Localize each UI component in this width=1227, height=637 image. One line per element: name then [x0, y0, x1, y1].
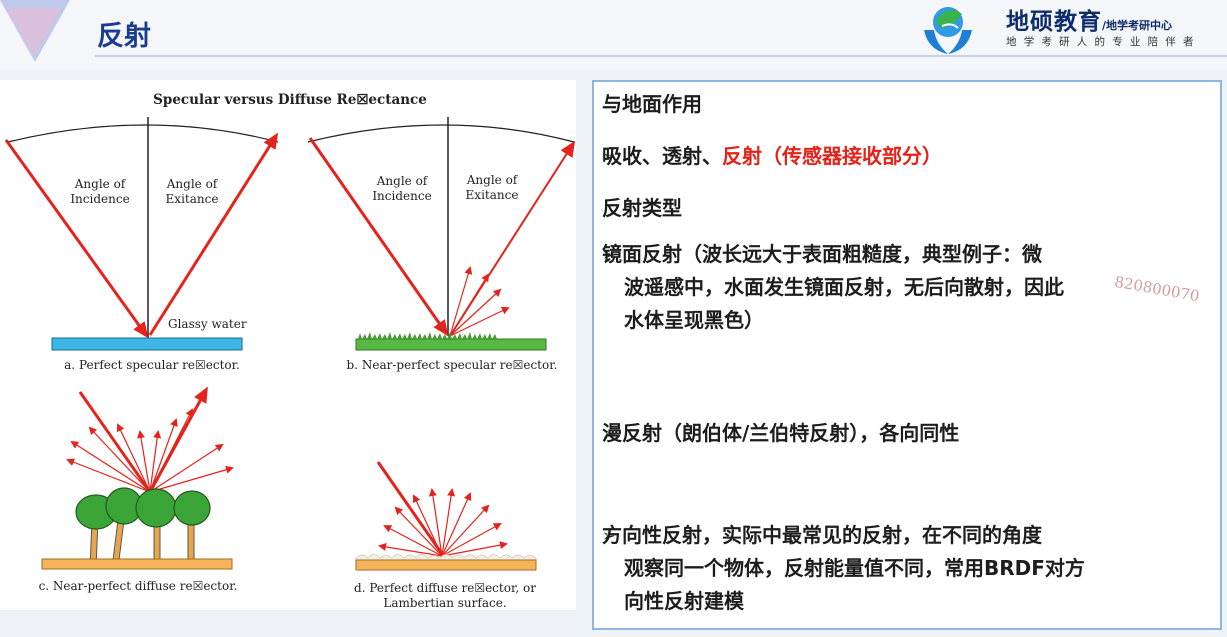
notes-panel: 与地面作用 ➢ 吸收、透射、反射（传感器接收部分） 反射类型 ➢ 镜面反射（波长… [592, 80, 1222, 630]
main-reflected-ray-c [148, 386, 208, 493]
grass-blades [358, 332, 497, 339]
angle-exitance-label-b: Angle of Exitance [466, 173, 519, 202]
directional-line-3: 向性反射建模 [624, 589, 744, 613]
bullet-diffuse: ➢ 漫反射（朗伯体/兰伯特反射），各向同性 [602, 417, 959, 450]
heading-ground-interaction: 与地面作用 [602, 92, 702, 116]
bullet-directional: ➢ 方向性反射，实际中最常见的反射，在不同的角度 [602, 519, 1042, 552]
caption-b: b. Near-perfect specular re☒ector. [347, 358, 558, 372]
angle-arc-b [307, 124, 575, 143]
diffuse-rays-c [66, 408, 234, 493]
figure-title: Specular versus Diffuse Re☒ectance [153, 92, 427, 108]
caption-a: a. Perfect specular re☒ector. [64, 358, 240, 372]
specular-line-1: 镜面反射（波长远大于表面粗糙度，典型例子：微 [602, 242, 1042, 266]
grass-surface [355, 338, 547, 351]
diffuse-text: 漫反射（朗伯体/兰伯特反射），各向同性 [602, 421, 960, 445]
diffuse-rays-d [378, 488, 508, 557]
directional-line-1: 方向性反射，实际中最常见的反射，在不同的角度 [602, 523, 1042, 547]
angle-incidence-label-a: Angle of Incidence [70, 177, 129, 206]
specular-line-3: 水体呈现黑色） [624, 308, 764, 332]
angle-incidence-label-b: Angle of Incidence [372, 174, 431, 203]
incident-ray-d [376, 461, 444, 555]
bullet-arrow-icon: ➢ [602, 424, 616, 443]
brand-main-text: 地硕教育 [1006, 8, 1102, 35]
bullet-arrow-icon: ➢ [602, 245, 616, 264]
caption-d-line2: Lambertian surface. [383, 596, 506, 610]
header-divider [95, 55, 1227, 57]
page-title: 反射 [97, 21, 151, 52]
bullet-specular: ➢ 镜面反射（波长远大于表面粗糙度，典型例子：微 [602, 238, 1042, 271]
ground-surface-d [355, 559, 537, 571]
trees [75, 487, 211, 569]
brand-slogan: 地学考研人的专业陪伴者 [1006, 36, 1201, 48]
reflectance-diagram: Specular versus Diffuse Re☒ectance Angle… [4, 92, 576, 610]
slide-header: 反射 地硕教育/地学考研中心 地学考研人的专业陪伴者 [0, 0, 1227, 70]
caption-c: c. Near-perfect diffuse re☒ector. [39, 579, 238, 593]
angle-arc-a [7, 124, 279, 143]
specular-line-2: 波遥感中，水面发生镜面反射，无后向散射，因此 [624, 275, 1064, 299]
brand-logo-icon [924, 7, 972, 54]
caption-d-line1: d. Perfect diffuse re☒ector, or [354, 581, 536, 595]
rough-surface-texture [355, 554, 537, 561]
bullet-arrow-icon: ➢ [602, 147, 616, 166]
glassy-water-label: Glassy water [168, 317, 247, 331]
water-surface [51, 337, 243, 351]
incident-ray-a [4, 139, 149, 339]
watermark: 820800070 [1113, 272, 1201, 306]
bullet-arrow-icon: ➢ [602, 526, 616, 545]
bullet-absorb-transmit-reflect: ➢ 吸收、透射、反射（传感器接收部分） [602, 140, 942, 173]
header-triangle-decoration [0, 0, 70, 62]
reflectance-figure: Specular versus Diffuse Re☒ectance Angle… [0, 80, 576, 610]
brand-sub-text: /地学考研中心 [1102, 19, 1173, 32]
reflected-ray-a [148, 132, 279, 336]
directional-line-2: 观察同一个物体，反射能量值不同，常用BRDF对方 [624, 556, 1085, 580]
incident-ray-b [308, 137, 449, 337]
heading-reflection-types: 反射类型 [602, 196, 682, 220]
incident-ray-c [78, 391, 152, 493]
brand-name: 地硕教育/地学考研中心 [1006, 2, 1172, 36]
bullet-text: 吸收、透射、 [602, 144, 722, 168]
angle-exitance-label-a: Angle of Exitance [166, 177, 219, 206]
highlight-reflection: 反射（传感器接收部分） [722, 144, 942, 168]
ground-surface-c [41, 558, 233, 570]
